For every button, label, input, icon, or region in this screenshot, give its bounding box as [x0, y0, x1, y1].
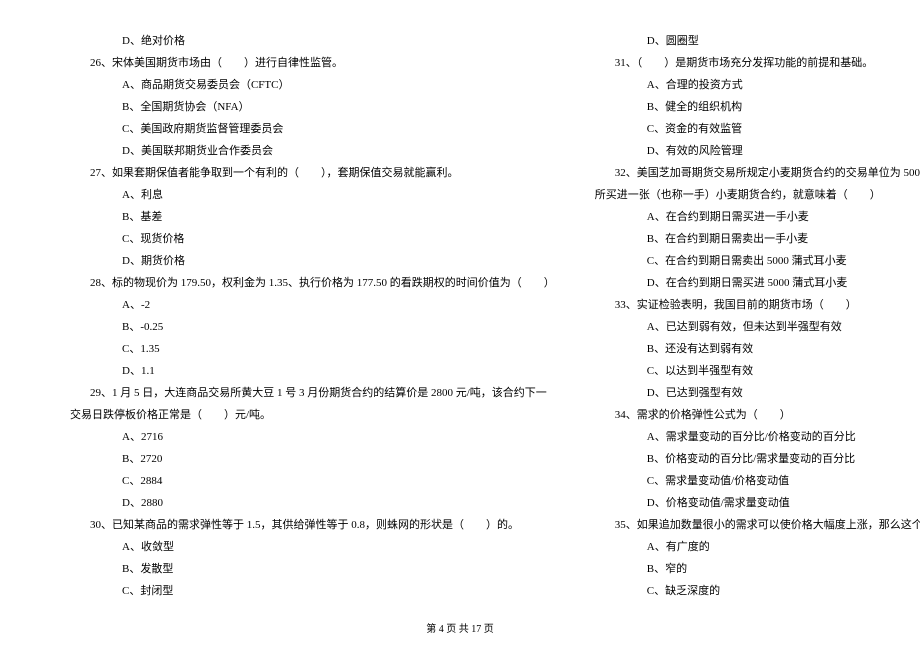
q26-option-c: C、美国政府期货监督管理委员会 [70, 118, 555, 140]
q28-option-c: C、1.35 [70, 338, 555, 360]
q30-option-b: B、发散型 [70, 558, 555, 580]
q26-option-a: A、商品期货交易委员会（CFTC） [70, 74, 555, 96]
page-footer: 第 4 页 共 17 页 [0, 620, 920, 635]
right-column: D、圆圈型 31、（ ）是期货市场充分发挥功能的前提和基础。 A、合理的投资方式… [575, 30, 920, 602]
q35-option-b: B、窄的 [595, 558, 920, 580]
q31-option-d: D、有效的风险管理 [595, 140, 920, 162]
option-d-pre-r: D、圆圈型 [595, 30, 920, 52]
q27-option-c: C、现货价格 [70, 228, 555, 250]
option-d-pre: D、绝对价格 [70, 30, 555, 52]
question-29-line1: 29、1 月 5 日，大连商品交易所黄大豆 1 号 3 月份期货合约的结算价是 … [70, 382, 555, 404]
q26-option-d: D、美国联邦期货业合作委员会 [70, 140, 555, 162]
q28-option-a: A、-2 [70, 294, 555, 316]
q32-option-c: C、在合约到期日需卖出 5000 蒲式耳小麦 [595, 250, 920, 272]
q30-option-c: C、封闭型 [70, 580, 555, 602]
q33-option-d: D、已达到强型有效 [595, 382, 920, 404]
q32-option-b: B、在合约到期日需卖出一手小麦 [595, 228, 920, 250]
question-32-line2: 所买进一张（也称一手）小麦期货合约，就意味着（ ） [595, 184, 920, 206]
q35-option-a: A、有广度的 [595, 536, 920, 558]
question-27: 27、如果套期保值者能争取到一个有利的（ ），套期保值交易就能赢利。 [70, 162, 555, 184]
left-column: D、绝对价格 26、宋体美国期货市场由（ ）进行自律性监管。 A、商品期货交易委… [60, 30, 575, 602]
q29-option-d: D、2880 [70, 492, 555, 514]
q34-option-d: D、价格变动值/需求量变动值 [595, 492, 920, 514]
question-28: 28、标的物现价为 179.50，权利金为 1.35、执行价格为 177.50 … [70, 272, 555, 294]
q28-option-d: D、1.1 [70, 360, 555, 382]
q34-option-a: A、需求量变动的百分比/价格变动的百分比 [595, 426, 920, 448]
q30-option-a: A、收敛型 [70, 536, 555, 558]
q29-option-b: B、2720 [70, 448, 555, 470]
q35-option-c: C、缺乏深度的 [595, 580, 920, 602]
question-33: 33、实证检验表明，我国目前的期货市场（ ） [595, 294, 920, 316]
q33-option-b: B、还没有达到弱有效 [595, 338, 920, 360]
question-29-line2: 交易日跌停板价格正常是（ ）元/吨。 [70, 404, 555, 426]
q33-option-a: A、已达到弱有效，但未达到半强型有效 [595, 316, 920, 338]
q31-option-b: B、健全的组织机构 [595, 96, 920, 118]
q34-option-b: B、价格变动的百分比/需求量变动的百分比 [595, 448, 920, 470]
question-35: 35、如果追加数量很小的需求可以使价格大幅度上涨，那么这个期货市场就是（ ） [595, 514, 920, 536]
q27-option-d: D、期货价格 [70, 250, 555, 272]
question-31: 31、（ ）是期货市场充分发挥功能的前提和基础。 [595, 52, 920, 74]
q31-option-a: A、合理的投资方式 [595, 74, 920, 96]
q31-option-c: C、资金的有效监管 [595, 118, 920, 140]
page-content: D、绝对价格 26、宋体美国期货市场由（ ）进行自律性监管。 A、商品期货交易委… [0, 30, 920, 602]
q29-option-c: C、2884 [70, 470, 555, 492]
q33-option-c: C、以达到半强型有效 [595, 360, 920, 382]
q27-option-a: A、利息 [70, 184, 555, 206]
question-34: 34、需求的价格弹性公式为（ ） [595, 404, 920, 426]
q32-option-a: A、在合约到期日需买进一手小麦 [595, 206, 920, 228]
q26-option-b: B、全国期货协会（NFA） [70, 96, 555, 118]
question-26: 26、宋体美国期货市场由（ ）进行自律性监管。 [70, 52, 555, 74]
question-32-line1: 32、美国芝加哥期货交易所规定小麦期货合约的交易单位为 5000 蒲式耳，如果交… [595, 162, 920, 184]
q28-option-b: B、-0.25 [70, 316, 555, 338]
q32-option-d: D、在合约到期日需买进 5000 蒲式耳小麦 [595, 272, 920, 294]
q27-option-b: B、基差 [70, 206, 555, 228]
q29-option-a: A、2716 [70, 426, 555, 448]
question-30: 30、已知某商品的需求弹性等于 1.5，其供给弹性等于 0.8，则蛛网的形状是（… [70, 514, 555, 536]
q34-option-c: C、需求量变动值/价格变动值 [595, 470, 920, 492]
